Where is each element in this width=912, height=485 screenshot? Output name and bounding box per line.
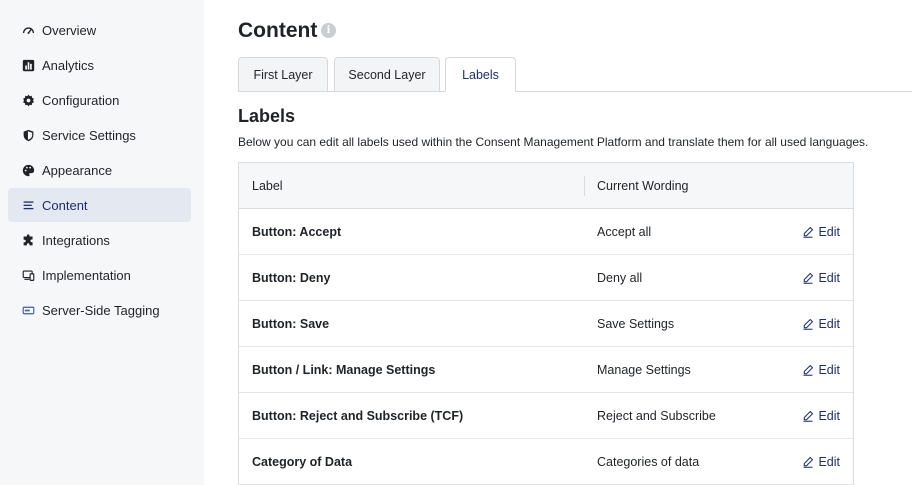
section-title: Labels [238,106,296,126]
table-header: Label Current Wording [239,163,853,209]
devices-icon [22,269,35,282]
table-row: Button: Accept Accept all Edit [239,209,853,255]
edit-button[interactable]: Edit [802,439,840,485]
sidebar-item-label: Implementation [42,267,131,283]
table-row: Button: Save Save Settings Edit [239,301,853,347]
table-row: Button: Reject and Subscribe (TCF) Rejec… [239,393,853,439]
sidebar-item-analytics[interactable]: Analytics [8,48,191,82]
edit-button[interactable]: Edit [802,347,840,393]
tab-first-layer[interactable]: First Layer [238,57,328,92]
sidebar-item-service-settings[interactable]: Service Settings [8,118,191,152]
row-label: Button: Deny [252,271,331,285]
section-description: Below you can edit all labels used withi… [238,135,869,149]
text-lines-icon [22,199,35,212]
sidebar-item-label: Configuration [42,92,120,108]
table-row: Button / Link: Manage Settings Manage Se… [239,347,853,393]
sidebar-item-label: Appearance [42,162,113,178]
sidebar-item-label: Server-Side Tagging [42,302,160,318]
sidebar-item-implementation[interactable]: Implementation [8,258,191,292]
row-wording: Manage Settings [597,363,691,377]
gear-icon [22,94,35,107]
row-label: Button: Reject and Subscribe (TCF) [252,409,464,423]
page-title: Content [238,19,318,42]
row-wording: Accept all [597,225,652,239]
pencil-icon [803,226,814,238]
row-label: Button: Accept [252,225,342,239]
edit-button[interactable]: Edit [802,255,840,301]
edit-label: Edit [818,225,840,239]
row-wording: Save Settings [597,317,675,331]
edit-label: Edit [818,363,840,377]
row-label: Button / Link: Manage Settings [252,363,436,377]
row-wording: Deny all [597,271,643,285]
sidebar-item-label: Integrations [42,232,110,248]
edit-button[interactable]: Edit [802,209,840,255]
sidebar-item-configuration[interactable]: Configuration [8,83,191,117]
server-icon [22,304,35,317]
row-wording: Categories of data [597,455,700,469]
edit-label: Edit [818,271,840,285]
column-divider [584,176,585,196]
sidebar-item-label: Analytics [42,57,95,73]
sidebar-item-label: Service Settings [42,127,136,143]
bar-chart-icon [22,59,35,72]
column-header-label: Label [252,179,283,193]
pencil-icon [803,456,814,468]
sidebar-item-appearance[interactable]: Appearance [8,153,191,187]
column-header-current-wording: Current Wording [597,179,689,193]
tab-labels[interactable]: Labels [445,57,516,92]
sidebar-item-server-side-tagging[interactable]: Server-Side Tagging [8,293,191,327]
pencil-icon [803,272,814,284]
info-icon[interactable]: i [321,23,336,38]
gauge-icon [22,24,35,37]
tab-second-layer[interactable]: Second Layer [334,57,440,92]
edit-label: Edit [818,317,840,331]
sidebar: Overview Analytics Configuration Service… [0,0,204,485]
sidebar-item-label: Overview [42,22,97,38]
sidebar-item-content[interactable]: Content [8,188,191,222]
puzzle-icon [22,233,35,247]
row-label: Button: Save [252,317,330,331]
pencil-icon [803,410,814,422]
sidebar-item-label: Content [42,197,88,213]
palette-icon [22,164,35,177]
table-row: Button: Deny Deny all Edit [239,255,853,301]
edit-label: Edit [818,455,840,469]
shield-icon [22,129,35,142]
pencil-icon [803,364,814,376]
row-label: Category of Data [252,455,353,469]
pencil-icon [803,318,814,330]
row-wording: Reject and Subscribe [597,409,716,423]
edit-label: Edit [818,409,840,423]
edit-button[interactable]: Edit [802,393,840,439]
sidebar-item-integrations[interactable]: Integrations [8,223,191,257]
main-content: Content i First Layer Second Layer Label… [238,0,912,485]
sidebar-item-overview[interactable]: Overview [8,13,191,47]
table-row: Category of Data Categories of data Edit [239,439,853,485]
labels-table: Label Current Wording Button: Accept Acc… [238,162,854,485]
edit-button[interactable]: Edit [802,301,840,347]
